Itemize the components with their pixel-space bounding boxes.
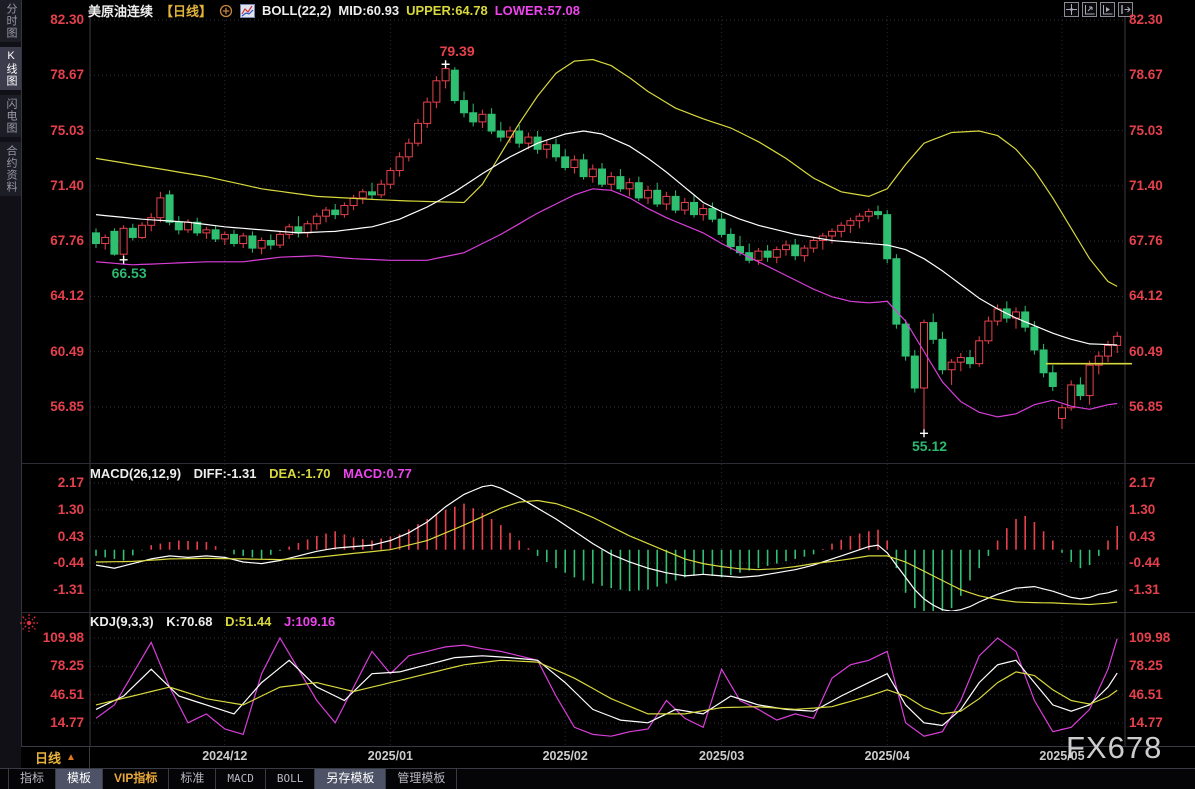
kdj-k-value: K:70.68 [166, 614, 212, 629]
panel-frame [21, 14, 1195, 746]
bottom-tab-模板[interactable]: 模板 [56, 769, 103, 789]
period-tag[interactable]: 【日线】 [160, 1, 212, 20]
bottom-tab-标准[interactable]: 标准 [169, 769, 216, 789]
axis-label: 71.40 [34, 178, 84, 193]
axis-label: 82.30 [1129, 12, 1179, 27]
axis-label: 56.85 [1129, 399, 1179, 414]
axis-label: 2.17 [1129, 475, 1179, 490]
sidebar-tab-分时图[interactable]: 分时图 [0, 0, 21, 42]
sidebar-tab-闪电图[interactable]: 闪电图 [0, 95, 21, 137]
bottom-tab-MACD[interactable]: MACD [216, 769, 266, 789]
sidebar-tab-合约资料[interactable]: 合约资料 [0, 142, 21, 196]
axis-label: 78.25 [34, 658, 84, 673]
axis-play-icon[interactable] [1100, 2, 1115, 17]
cross-marker [920, 429, 928, 437]
axis-label: 46.51 [34, 687, 84, 702]
axis-label: 0.43 [34, 529, 84, 544]
axis-label: 0.43 [1129, 529, 1179, 544]
axis-label: -1.31 [1129, 582, 1179, 597]
kdj-j-value: J:109.16 [284, 614, 335, 629]
candles [93, 64, 1121, 433]
macd-macd-value: MACD:0.77 [343, 466, 412, 481]
month-label: 2025/01 [355, 749, 425, 763]
symbol-name[interactable]: 美原油连续 [88, 1, 153, 20]
gridlines [90, 16, 1125, 745]
axis-label: 82.30 [34, 12, 84, 27]
axis-label: 64.12 [1129, 288, 1179, 303]
chart-type-sidebar: 分时图 K线图闪电图合约资料 [0, 0, 22, 788]
macd-diff-value: DIFF:-1.31 [194, 466, 257, 481]
axis-label: 2.17 [34, 475, 84, 490]
axis-label: 78.25 [1129, 658, 1179, 673]
kdj-header: KDJ(9,3,3) K:70.68 D:51.44 J:109.16 [90, 614, 344, 629]
axis-label: 109.98 [1129, 630, 1179, 645]
axis-label: 67.76 [1129, 233, 1179, 248]
axis-label: 60.49 [1129, 344, 1179, 359]
axis-label: 75.03 [34, 123, 84, 138]
bottom-tab-指标[interactable]: 指标 [8, 769, 56, 789]
macd-header: MACD(26,12,9) DIFF:-1.31 DEA:-1.70 MACD:… [90, 466, 421, 481]
boll-mid-value: MID:60.93 [338, 3, 399, 18]
month-label: 2025/04 [852, 749, 922, 763]
kdj-title[interactable]: KDJ(9,3,3) [90, 614, 154, 629]
chevron-up-icon: ▲ [66, 752, 76, 763]
main-chart-header: 美原油连续 【日线】 BOLL(22,2) MID:60.93 UPPER:64… [88, 2, 580, 19]
chart-toolbar [1064, 2, 1133, 17]
axis-label: 78.67 [34, 67, 84, 82]
axis-label: -0.44 [1129, 555, 1179, 570]
price-annotation: 55.12 [912, 438, 947, 454]
bottom-tab-BOLL[interactable]: BOLL [266, 769, 316, 789]
axis-label: 109.98 [34, 630, 84, 645]
bottom-tab-另存模板[interactable]: 另存模板 [315, 769, 386, 789]
boll-lower-value: LOWER:57.08 [495, 3, 580, 18]
axis-zoom-icon[interactable] [1082, 2, 1097, 17]
period-selector[interactable]: 日线 ▲ [21, 747, 90, 768]
axis-label: 1.30 [34, 502, 84, 517]
kdj-d-value: D:51.44 [225, 614, 271, 629]
axis-label: 71.40 [1129, 178, 1179, 193]
axis-label: 46.51 [1129, 687, 1179, 702]
axis-label: -0.44 [34, 555, 84, 570]
indicator-name[interactable]: BOLL(22,2) [262, 3, 331, 18]
bottom-tab-VIP指标[interactable]: VIP指标 [103, 769, 169, 789]
bottom-tab-管理模板[interactable]: 管理模板 [386, 769, 457, 789]
sidebar-tab-K线图[interactable]: K线图 [0, 47, 21, 90]
axis-label: 60.49 [34, 344, 84, 359]
macd-dea-value: DEA:-1.70 [269, 466, 330, 481]
boll-upper-value: UPPER:64.78 [406, 3, 488, 18]
axis-label: 14.77 [34, 715, 84, 730]
crosshair-icon[interactable] [1064, 2, 1079, 17]
axis-label: 14.77 [1129, 715, 1179, 730]
price-annotation: 79.39 [440, 43, 475, 59]
axis-label: 56.85 [34, 399, 84, 414]
mini-chart-icon[interactable] [240, 4, 255, 18]
circle-plus-icon[interactable] [219, 4, 233, 18]
chart-canvas[interactable] [0, 0, 1195, 788]
month-label: 2024/12 [190, 749, 260, 763]
axis-label: 67.76 [34, 233, 84, 248]
month-label: 2025/02 [530, 749, 600, 763]
macd-title[interactable]: MACD(26,12,9) [90, 466, 181, 481]
cross-marker [120, 256, 128, 264]
axis-label: 78.67 [1129, 67, 1179, 82]
axis-label: 75.03 [1129, 123, 1179, 138]
cross-marker [442, 60, 450, 68]
axis-label: 1.30 [1129, 502, 1179, 517]
month-label: 2025/03 [687, 749, 757, 763]
axis-label: 64.12 [34, 288, 84, 303]
period-label: 日线 [35, 748, 61, 767]
price-annotation: 66.53 [112, 265, 147, 281]
axis-label: -1.31 [34, 582, 84, 597]
watermark-logo: FX678 [1066, 730, 1162, 766]
bottom-toolbar: 指标模板VIP指标标准MACDBOLL另存模板管理模板 [0, 768, 1195, 789]
